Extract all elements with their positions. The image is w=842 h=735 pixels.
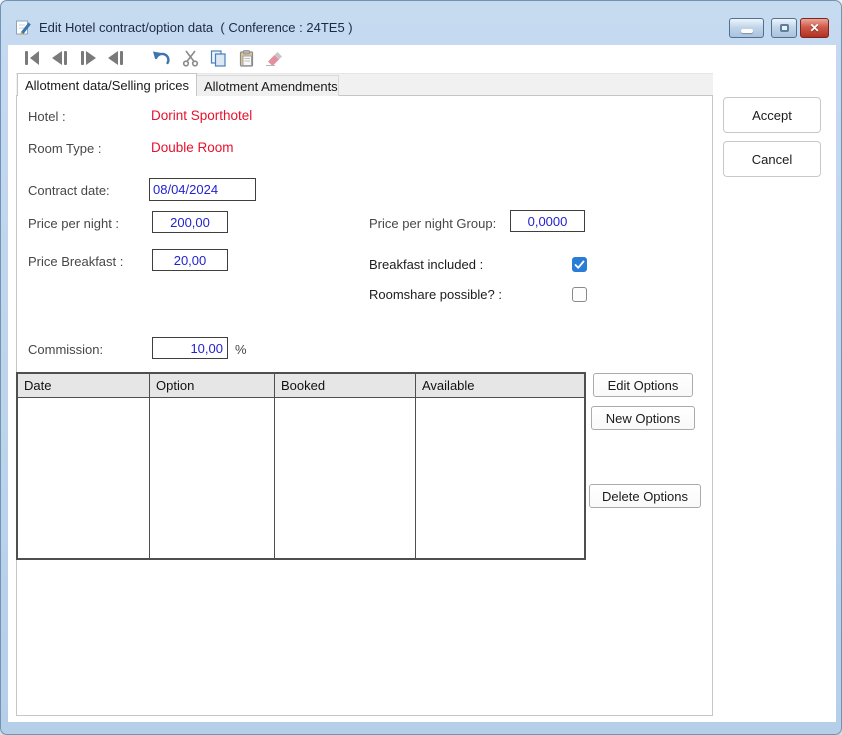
dialog-window: Edit Hotel contract/option data ( Confer… [0, 0, 842, 735]
last-record-button[interactable] [105, 48, 127, 68]
next-record-icon [79, 51, 97, 65]
contract-date-input[interactable] [149, 178, 256, 201]
minimize-button[interactable] [729, 18, 764, 38]
new-options-button[interactable]: New Options [591, 406, 695, 430]
client-area: Allotment data/Selling prices Allotment … [8, 45, 836, 722]
breakfast-included-checkbox[interactable] [572, 257, 587, 272]
first-record-icon [23, 51, 41, 65]
price-breakfast-input[interactable] [152, 249, 228, 271]
roomshare-possible-checkbox[interactable] [572, 287, 587, 302]
erase-button[interactable] [263, 48, 285, 68]
price-per-night-label: Price per night : [28, 216, 119, 231]
paste-button[interactable] [236, 48, 258, 68]
erase-icon [266, 51, 283, 66]
first-record-button[interactable] [21, 48, 43, 68]
tab-allotment-data[interactable]: Allotment data/Selling prices [17, 73, 197, 96]
table-column-option [150, 398, 275, 558]
hotel-value: Dorint Sporthotel [151, 108, 252, 123]
tab-allotment-amendments[interactable]: Allotment Amendments [197, 75, 339, 96]
checkmark-icon [574, 260, 585, 270]
options-table-header: Date Option Booked Available [18, 374, 584, 398]
table-column-available [416, 398, 584, 558]
column-header-date[interactable]: Date [18, 374, 150, 397]
hotel-label: Hotel : [28, 109, 66, 124]
price-per-night-group-input[interactable] [510, 210, 585, 232]
cut-button[interactable] [179, 48, 201, 68]
table-column-date [18, 398, 150, 558]
paste-clipboard-icon [239, 50, 255, 67]
edit-document-icon [15, 19, 32, 36]
previous-record-button[interactable] [49, 48, 71, 68]
last-record-icon [107, 51, 125, 65]
breakfast-included-label: Breakfast included : [369, 257, 483, 272]
close-button[interactable]: ✕ [800, 18, 829, 38]
next-record-button[interactable] [77, 48, 99, 68]
undo-icon [152, 50, 171, 67]
price-breakfast-label: Price Breakfast : [28, 254, 123, 269]
column-header-booked[interactable]: Booked [275, 374, 416, 397]
price-per-night-input[interactable] [152, 211, 228, 233]
cut-scissors-icon [182, 50, 199, 67]
price-per-night-group-label: Price per night Group: [369, 216, 496, 231]
window-title: Edit Hotel contract/option data ( Confer… [39, 20, 353, 35]
maximize-button[interactable] [771, 18, 797, 38]
delete-options-button[interactable]: Delete Options [589, 484, 701, 508]
toolbar [8, 45, 836, 71]
previous-record-icon [51, 51, 69, 65]
edit-options-button[interactable]: Edit Options [593, 373, 693, 397]
tab-allotment-data-label: Allotment data/Selling prices [25, 78, 189, 93]
undo-button[interactable] [150, 48, 172, 68]
maximize-icon [780, 24, 789, 32]
copy-icon [210, 50, 227, 67]
commission-unit: % [235, 342, 247, 357]
tab-allotment-amendments-label: Allotment Amendments [204, 79, 338, 94]
table-column-booked [275, 398, 416, 558]
commission-label: Commission: [28, 342, 103, 357]
column-header-available[interactable]: Available [416, 374, 584, 397]
contract-date-label: Contract date: [28, 183, 110, 198]
options-table-body[interactable] [18, 398, 584, 558]
commission-input[interactable] [152, 337, 228, 359]
close-icon: ✕ [809, 22, 819, 34]
title-bar[interactable]: Edit Hotel contract/option data ( Confer… [1, 1, 841, 45]
roomshare-possible-label: Roomshare possible? : [369, 287, 502, 302]
options-table[interactable]: Date Option Booked Available [16, 372, 586, 560]
copy-button[interactable] [207, 48, 229, 68]
room-type-value: Double Room [151, 140, 234, 155]
minimize-icon [741, 29, 753, 33]
cancel-button[interactable]: Cancel [723, 141, 821, 177]
column-header-option[interactable]: Option [150, 374, 275, 397]
accept-button[interactable]: Accept [723, 97, 821, 133]
room-type-label: Room Type : [28, 141, 101, 156]
